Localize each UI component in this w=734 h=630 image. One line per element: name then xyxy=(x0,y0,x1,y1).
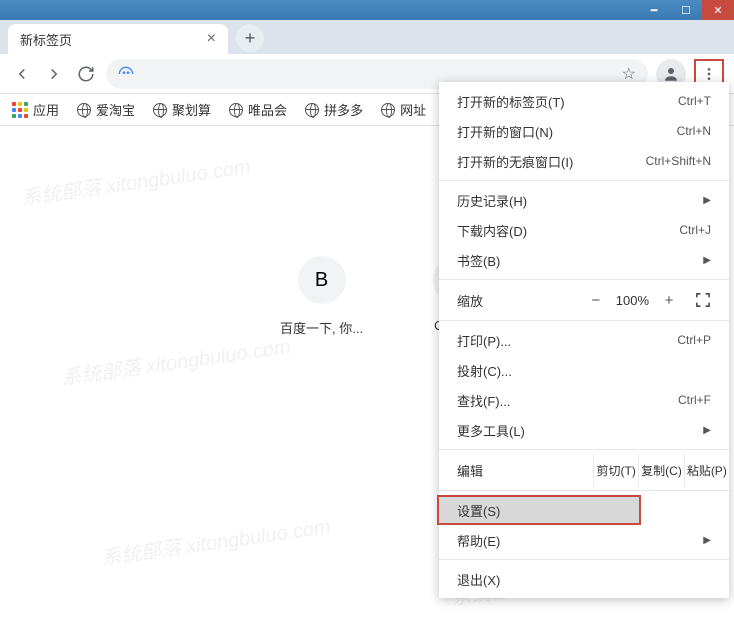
bookmark-item[interactable]: 拼多多 xyxy=(305,100,363,119)
menu-more-tools[interactable]: 更多工具(L)▶ xyxy=(439,415,729,445)
zoom-out-button[interactable]: − xyxy=(582,286,610,314)
bookmark-label: 聚划算 xyxy=(172,100,211,119)
globe-icon xyxy=(77,103,91,117)
globe-icon xyxy=(229,103,243,117)
menu-separator xyxy=(439,180,729,181)
bookmark-item[interactable]: 网址 xyxy=(381,100,426,119)
ntp-shortcut[interactable]: B 百度一下, 你... xyxy=(280,256,363,337)
search-engine-icon xyxy=(118,66,134,82)
new-tab-button[interactable]: + xyxy=(236,24,264,52)
apps-button[interactable]: 应用 xyxy=(12,100,59,119)
forward-button[interactable] xyxy=(42,62,66,86)
window-titlebar[interactable]: ━ ☐ ✕ xyxy=(0,0,734,20)
bookmark-item[interactable]: 唯品会 xyxy=(229,100,287,119)
shortcut-icon: B xyxy=(298,256,346,304)
globe-icon xyxy=(381,103,395,117)
menu-zoom: 缩放 − 100% + xyxy=(439,284,729,316)
edit-copy-button[interactable]: 复制(C) xyxy=(638,454,683,486)
reload-button[interactable] xyxy=(74,62,98,86)
submenu-arrow-icon: ▶ xyxy=(703,425,711,436)
maximize-button[interactable]: ☐ xyxy=(670,0,702,20)
watermark: 系统部落 xitongbuluo.com xyxy=(99,510,332,571)
menu-separator xyxy=(439,279,729,280)
shortcut-label: 百度一下, 你... xyxy=(280,318,363,337)
globe-icon xyxy=(153,103,167,117)
menu-incognito[interactable]: 打开新的无痕窗口(I)Ctrl+Shift+N xyxy=(439,146,729,176)
menu-new-window[interactable]: 打开新的窗口(N)Ctrl+N xyxy=(439,116,729,146)
omnibox-input[interactable] xyxy=(144,66,612,82)
tab-title: 新标签页 xyxy=(20,30,72,49)
menu-exit[interactable]: 退出(X) xyxy=(439,564,729,594)
watermark: 系统部落 xitongbuluo.com xyxy=(19,150,252,211)
main-menu: 打开新的标签页(T)Ctrl+T 打开新的窗口(N)Ctrl+N 打开新的无痕窗… xyxy=(439,82,729,598)
apps-label: 应用 xyxy=(33,100,59,119)
globe-icon xyxy=(305,103,319,117)
menu-find[interactable]: 查找(F)...Ctrl+F xyxy=(439,385,729,415)
menu-cast[interactable]: 投射(C)... xyxy=(439,355,729,385)
bookmark-label: 网址 xyxy=(400,100,426,119)
menu-bookmarks[interactable]: 书签(B)▶ xyxy=(439,245,729,275)
bookmark-star-icon[interactable]: ☆ xyxy=(622,64,636,84)
submenu-arrow-icon: ▶ xyxy=(703,255,711,266)
apps-icon xyxy=(12,102,28,118)
back-button[interactable] xyxy=(10,62,34,86)
menu-separator xyxy=(439,320,729,321)
bookmark-label: 爱淘宝 xyxy=(96,100,135,119)
menu-print[interactable]: 打印(P)...Ctrl+P xyxy=(439,325,729,355)
minimize-button[interactable]: ━ xyxy=(638,0,670,20)
menu-edit: 编辑 剪切(T) 复制(C) 粘贴(P) xyxy=(439,454,729,486)
bookmark-item[interactable]: 聚划算 xyxy=(153,100,211,119)
browser-tab[interactable]: 新标签页 × xyxy=(8,24,228,54)
menu-settings[interactable]: 设置(S) xyxy=(437,495,641,525)
menu-new-tab[interactable]: 打开新的标签页(T)Ctrl+T xyxy=(439,86,729,116)
close-window-button[interactable]: ✕ xyxy=(702,0,734,20)
menu-separator xyxy=(439,449,729,450)
zoom-value: 100% xyxy=(616,293,649,308)
watermark: 系统部落 xitongbuluo.com xyxy=(59,330,292,391)
menu-history[interactable]: 历史记录(H)▶ xyxy=(439,185,729,215)
submenu-arrow-icon: ▶ xyxy=(703,195,711,206)
edit-cut-button[interactable]: 剪切(T) xyxy=(593,454,638,486)
bookmark-label: 拼多多 xyxy=(324,100,363,119)
edit-paste-button[interactable]: 粘贴(P) xyxy=(684,454,729,486)
tab-strip: 新标签页 × + xyxy=(0,20,734,54)
submenu-arrow-icon: ▶ xyxy=(703,535,711,546)
menu-separator xyxy=(439,490,729,491)
tab-close-icon[interactable]: × xyxy=(207,30,216,48)
menu-downloads[interactable]: 下载内容(D)Ctrl+J xyxy=(439,215,729,245)
bookmark-label: 唯品会 xyxy=(248,100,287,119)
menu-help[interactable]: 帮助(E)▶ xyxy=(439,525,729,555)
menu-separator xyxy=(439,559,729,560)
fullscreen-button[interactable] xyxy=(689,286,717,314)
bookmark-item[interactable]: 爱淘宝 xyxy=(77,100,135,119)
zoom-in-button[interactable]: + xyxy=(655,286,683,314)
